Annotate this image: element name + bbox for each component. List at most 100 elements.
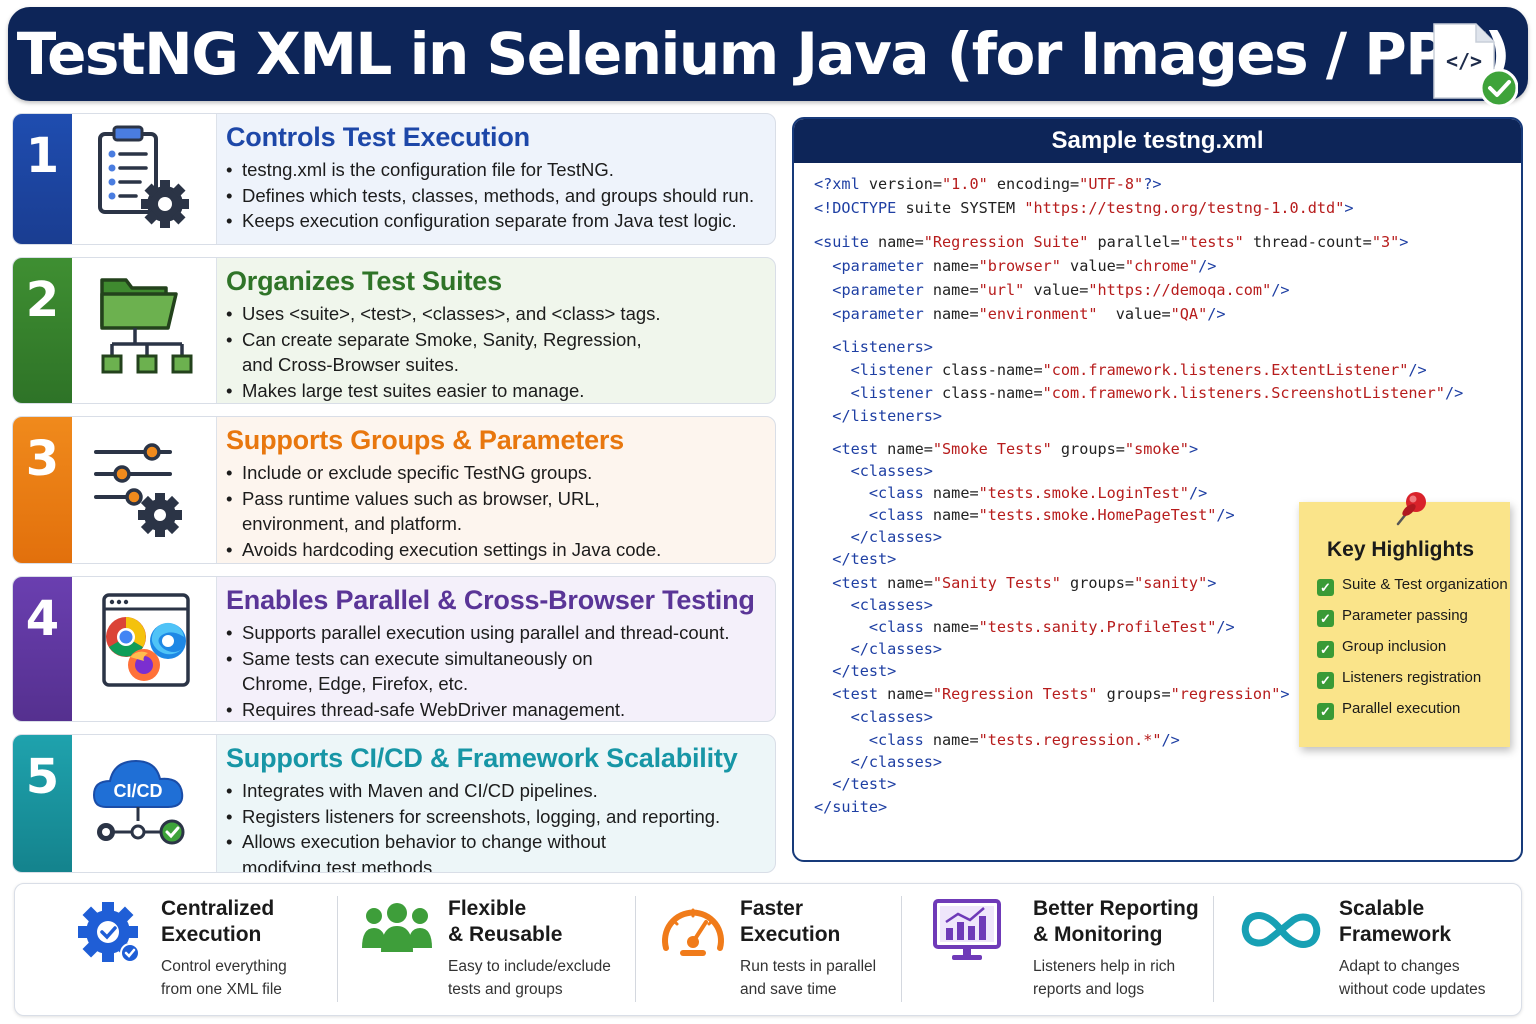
code-line: <suite name="Regression Suite" parallel=… bbox=[814, 233, 1409, 251]
bullet: Allows execution behavior to change with… bbox=[226, 829, 767, 855]
speedometer-icon bbox=[662, 908, 724, 956]
checkbox-icon: ✓ bbox=[1317, 672, 1334, 689]
feature-title: Organizes Test Suites bbox=[226, 266, 502, 296]
checkbox-icon: ✓ bbox=[1317, 703, 1334, 720]
benefit-title: Flexible bbox=[448, 897, 527, 920]
code-line: </test> bbox=[832, 775, 897, 793]
key-highlights-note: Key Highlights ✓ Suite & Test organizatio… bbox=[1299, 502, 1510, 747]
code-line: <parameter name="browser" value="chrome"… bbox=[832, 257, 1217, 275]
benefit-desc: Run tests in parallel bbox=[740, 958, 877, 975]
highlight-item: ✓ Parallel execution bbox=[1317, 700, 1460, 720]
code-line: <classes> bbox=[850, 708, 933, 726]
code-line: <listeners> bbox=[832, 338, 933, 356]
feature-bullets: Uses <suite>, <test>, <classes>, and <cl… bbox=[226, 301, 767, 403]
code-line: <class name="tests.smoke.LoginTest"/> bbox=[868, 484, 1208, 502]
people-icon bbox=[362, 903, 432, 952]
benefit-faster: Faster Execution Run tests in parallel a… bbox=[636, 884, 901, 1017]
bullet-continued: modifying test methods. bbox=[242, 856, 438, 873]
feature-title: Supports Groups & Parameters bbox=[226, 425, 625, 455]
highlight-item: ✓ Group inclusion bbox=[1317, 638, 1446, 658]
benefit-flexible: Flexible & Reusable Easy to include/excl… bbox=[338, 884, 635, 1017]
benefit-desc: and save time bbox=[740, 981, 837, 998]
feature-number: 5 bbox=[13, 735, 72, 872]
edge-icon bbox=[150, 622, 186, 659]
highlight-item: ✓ Parameter passing bbox=[1317, 607, 1468, 627]
checkbox-icon: ✓ bbox=[1317, 641, 1334, 658]
bullet: Registers listeners for screenshots, log… bbox=[226, 804, 767, 830]
infographic-page: TestNG XML in Selenium Java (for Images … bbox=[0, 0, 1536, 1024]
code-line: <test name="Sanity Tests" groups="sanity… bbox=[832, 574, 1217, 592]
code-line: <test name="Regression Tests" groups="re… bbox=[832, 685, 1290, 703]
feature-row-2: 2 Organizes Test Suites Uses <suite>, <t… bbox=[12, 257, 776, 404]
bullet: Defines which tests, classes, methods, a… bbox=[226, 183, 767, 209]
checkbox-icon: ✓ bbox=[1317, 579, 1334, 596]
code-line: <class name="tests.regression.*"/> bbox=[868, 731, 1180, 749]
feature-row-3: 3 Supports Groups & Parameters Include o… bbox=[12, 416, 776, 564]
highlight-label: Listeners registration bbox=[1342, 669, 1482, 686]
benefit-desc: Listeners help in rich bbox=[1033, 958, 1176, 975]
highlight-label: Parallel execution bbox=[1342, 700, 1461, 717]
feature-row-4: 4 Enables Parallel & Cross-Browser Testi… bbox=[12, 576, 776, 722]
file-code-label: </> bbox=[1446, 49, 1482, 73]
folder-hierarchy-icon bbox=[72, 258, 217, 403]
code-line: <test name="Smoke Tests" groups="smoke"> bbox=[832, 440, 1199, 458]
feature-bullets: Supports parallel execution using parall… bbox=[226, 620, 767, 722]
bullet-continued: environment, and platform. bbox=[242, 513, 463, 534]
bullet: Keeps execution configuration separate f… bbox=[226, 208, 767, 234]
code-line: </test> bbox=[832, 662, 897, 680]
highlight-label: Parameter passing bbox=[1342, 607, 1468, 624]
code-line: <?xml version="1.0" encoding="UTF-8"?> bbox=[814, 175, 1162, 193]
bullet: Include or exclude specific TestNG group… bbox=[226, 460, 767, 486]
clipboard-gear-icon bbox=[72, 114, 217, 244]
code-line: </suite> bbox=[814, 798, 888, 816]
bullet: Uses <suite>, <test>, <classes>, and <cl… bbox=[226, 301, 767, 327]
benefit-desc: Control everything bbox=[161, 958, 287, 975]
benefit-desc: without code updates bbox=[1339, 981, 1486, 998]
benefit-desc: Easy to include/exclude bbox=[448, 958, 611, 975]
code-line: <listener class-name="com.framework.list… bbox=[850, 384, 1464, 402]
benefit-title: Framework bbox=[1339, 923, 1452, 946]
highlight-label: Suite & Test organization bbox=[1342, 576, 1508, 593]
bullet: Can create separate Smoke, Sanity, Regre… bbox=[226, 327, 767, 353]
benefit-desc: Adapt to changes bbox=[1339, 958, 1460, 975]
gear-check-icon bbox=[78, 902, 140, 963]
benefit-title: Better Reporting bbox=[1033, 897, 1199, 920]
highlight-item: ✓ Suite & Test organization bbox=[1317, 576, 1508, 596]
benefit-title: Faster bbox=[740, 897, 804, 920]
code-line: <listener class-name="com.framework.list… bbox=[850, 361, 1427, 379]
bullet: Requires thread-safe WebDriver managemen… bbox=[226, 697, 767, 722]
feature-row-5: 5 CI/CD Supports CI/CD & Framework Scala… bbox=[12, 734, 776, 873]
benefit-scalable: Scalable Framework Adapt to changes with… bbox=[1214, 884, 1522, 1017]
benefit-centralized: Centralized Execution Control everything… bbox=[15, 884, 337, 1017]
infinity-icon bbox=[1241, 912, 1321, 948]
bullet: Integrates with Maven and CI/CD pipeline… bbox=[226, 778, 767, 804]
key-highlights-title: Key Highlights bbox=[1326, 538, 1474, 561]
bullet: testng.xml is the configuration file for… bbox=[226, 157, 767, 183]
benefit-title: Execution bbox=[740, 923, 841, 946]
checkbox-icon: ✓ bbox=[1317, 610, 1334, 627]
benefit-title: Scalable bbox=[1339, 897, 1425, 920]
browsers-window-icon bbox=[72, 577, 217, 721]
highlight-label: Group inclusion bbox=[1342, 638, 1447, 655]
cicd-label: CI/CD bbox=[114, 781, 163, 801]
feature-title: Supports CI/CD & Framework Scalability bbox=[226, 743, 738, 773]
code-panel-title: Sample testng.xml bbox=[794, 119, 1521, 163]
header-banner: TestNG XML in Selenium Java (for Images … bbox=[8, 7, 1528, 108]
benefit-title: Execution bbox=[161, 923, 262, 946]
feature-title: Enables Parallel & Cross-Browser Testing bbox=[226, 585, 755, 615]
benefit-title: & Monitoring bbox=[1033, 923, 1163, 946]
benefit-reporting: Better Reporting & Monitoring Listeners … bbox=[902, 884, 1213, 1017]
code-line: </classes> bbox=[850, 640, 943, 658]
feature-bullets: testng.xml is the configuration file for… bbox=[226, 157, 767, 234]
feature-number: 2 bbox=[13, 258, 72, 403]
bullet: Avoids hardcoding execution settings in … bbox=[226, 537, 767, 563]
feature-number: 3 bbox=[13, 417, 72, 563]
bullet-continued: Chrome, Edge, Firefox, etc. bbox=[242, 673, 469, 694]
page-title: TestNG XML in Selenium Java (for Images … bbox=[16, 20, 1511, 88]
xml-file-icon: </> bbox=[1433, 23, 1518, 108]
code-line: <classes> bbox=[850, 462, 933, 480]
benefit-title: & Reusable bbox=[448, 923, 563, 946]
feature-row-1: 1 Controls Test Execution testng.xml is … bbox=[12, 113, 776, 245]
code-line: <parameter name="environment" value="QA"… bbox=[832, 305, 1226, 323]
highlight-item: ✓ Listeners registration bbox=[1317, 669, 1481, 689]
